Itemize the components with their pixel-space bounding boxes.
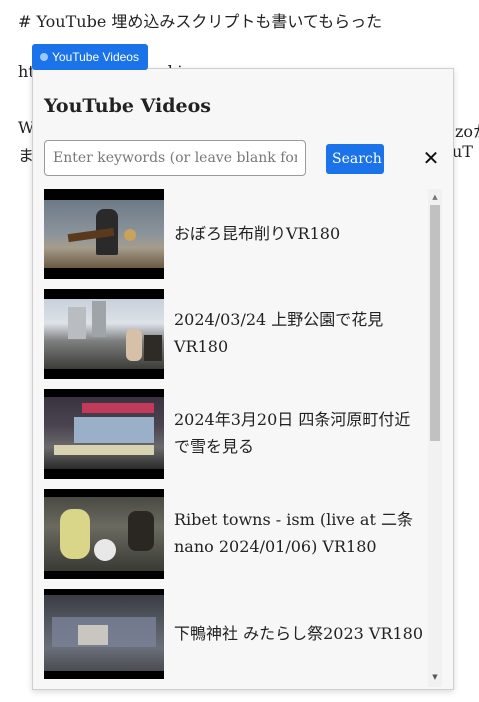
page-paragraph-end: zoか: [455, 122, 479, 141]
video-list-scrollbar[interactable]: ▲ ▼: [428, 189, 442, 687]
video-title[interactable]: おぼろ昆布削りVR180: [174, 220, 426, 247]
search-button[interactable]: Search: [326, 144, 384, 174]
video-list: おぼろ昆布削りVR180 2024/03/24 上野公園で花見 VR180 202…: [44, 189, 426, 689]
panel-title: YouTube Videos: [44, 95, 211, 117]
youtube-videos-panel: YouTube Videos Search ✕ おぼろ昆布削りVR180 202…: [32, 68, 454, 690]
video-item[interactable]: Ribet towns - ism (live at 二条 nano 2024/0…: [44, 489, 426, 589]
close-icon[interactable]: ✕: [421, 146, 441, 170]
search-input[interactable]: [44, 140, 306, 176]
scrollbar-thumb[interactable]: [430, 205, 440, 441]
video-title[interactable]: 下鴨神社 みたらし祭2023 VR180: [174, 620, 426, 647]
video-thumbnail[interactable]: [44, 489, 164, 579]
page-heading: # YouTube 埋め込みスクリプトも書いてもらった: [18, 12, 383, 31]
video-thumbnail[interactable]: [44, 189, 164, 279]
video-item[interactable]: おぼろ昆布削りVR180: [44, 189, 426, 289]
video-thumbnail[interactable]: [44, 589, 164, 679]
video-title[interactable]: Ribet towns - ism (live at 二条 nano 2024/0…: [174, 506, 426, 560]
video-thumbnail[interactable]: [44, 289, 164, 379]
youtube-videos-button[interactable]: YouTube Videos: [32, 44, 148, 70]
video-thumbnail[interactable]: [44, 389, 164, 479]
video-item[interactable]: 下鴨神社 みたらし祭2023 VR180: [44, 589, 426, 689]
video-title[interactable]: 2024/03/24 上野公園で花見 VR180: [174, 306, 426, 360]
youtube-videos-button-label: YouTube Videos: [52, 50, 139, 64]
video-item[interactable]: 2024/03/24 上野公園で花見 VR180: [44, 289, 426, 389]
page-paragraph-end-2: uT: [452, 142, 473, 161]
scroll-down-arrow-icon[interactable]: ▼: [428, 673, 442, 681]
video-title[interactable]: 2024年3月20日 四条河原町付近 で雪を見る: [174, 406, 426, 460]
video-item[interactable]: 2024年3月20日 四条河原町付近 で雪を見る: [44, 389, 426, 489]
scroll-up-arrow-icon[interactable]: ▲: [428, 193, 442, 201]
youtube-dot-icon: [40, 53, 48, 61]
